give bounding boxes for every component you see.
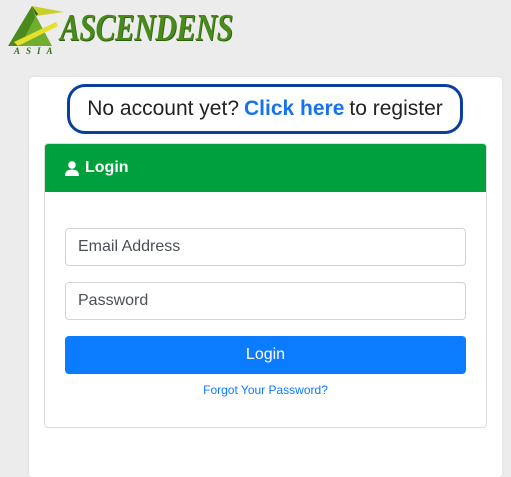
password-field[interactable] [65,282,466,320]
login-panel-header: Login [45,144,486,192]
mountain-logo-icon [8,6,64,46]
register-prefix: No account yet? [87,97,239,120]
register-banner: No account yet? Click here to register [67,84,463,134]
register-link[interactable]: Click here [244,97,344,121]
login-panel-title: Login [85,159,129,176]
register-suffix: to register [349,97,443,120]
brand-name: ASCENDENS [60,7,233,49]
page-header: ASCENDENS ASIA [0,0,511,57]
ascendens-logo[interactable]: ASCENDENS ASIA [6,2,233,56]
forgot-password-link[interactable]: Forgot Your Password? [45,383,486,397]
login-panel: Login Login Forgot Your Password? [44,143,487,428]
user-icon [65,160,79,176]
login-button[interactable]: Login [65,336,466,374]
brand-subtitle: ASIA [14,46,59,56]
email-field[interactable] [65,228,466,266]
